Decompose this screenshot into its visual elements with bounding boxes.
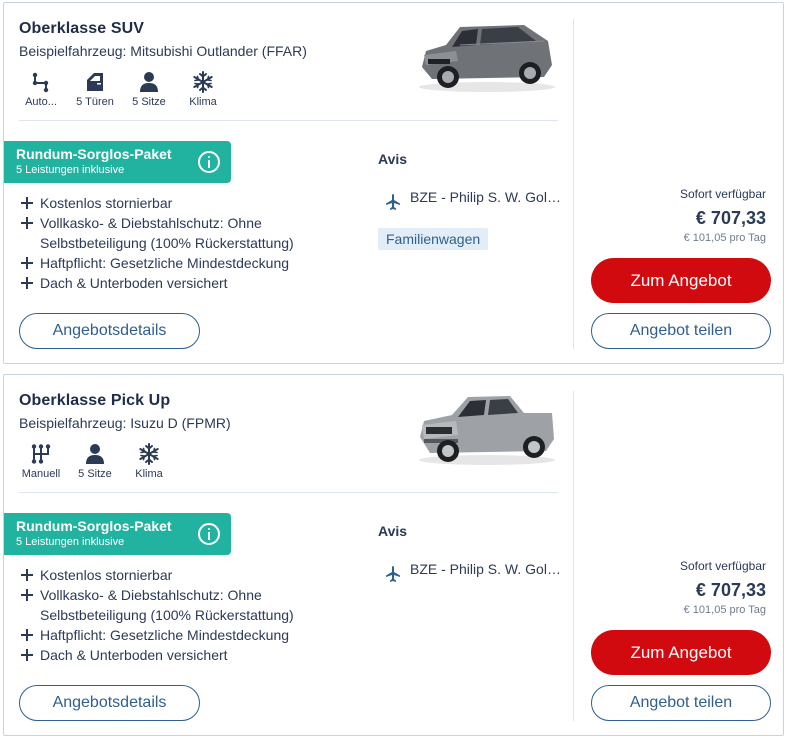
- benefit-item: Kostenlos stornierbar: [19, 193, 309, 213]
- section-divider: [19, 120, 558, 121]
- availability-text: Sofort verfügbar: [679, 559, 766, 573]
- benefit-item: Haftpflicht: Gesetzliche Mindestdeckung: [19, 625, 309, 645]
- feature-ac: Klima: [179, 71, 227, 108]
- airplane-icon: [386, 194, 400, 210]
- feature-seats: 5 Sitze: [125, 71, 173, 108]
- total-price: € 707,33: [695, 208, 766, 228]
- package-badge: Rundum-Sorglos-Paket 5 Leistungen inklus…: [4, 141, 231, 183]
- price-per-day: € 101,05 pro Tag: [683, 604, 766, 616]
- person-icon: [86, 444, 104, 464]
- car-door-icon: [87, 73, 103, 91]
- package-badge: Rundum-Sorglos-Paket 5 Leistungen inklus…: [4, 513, 231, 555]
- share-offer-button[interactable]: Angebot teilen: [591, 313, 771, 349]
- benefit-item: Kostenlos stornierbar: [19, 565, 309, 585]
- section-divider: [19, 492, 558, 493]
- vendor-name: Avis: [378, 151, 408, 167]
- share-offer-button[interactable]: Angebot teilen: [591, 685, 771, 721]
- offer-title: Oberklasse SUV: [19, 20, 145, 37]
- price-per-day: € 101,05 pro Tag: [683, 232, 766, 244]
- feature-label: Auto...: [25, 96, 57, 108]
- snowflake-icon: [193, 71, 213, 93]
- feature-label: 5 Sitze: [78, 468, 112, 480]
- offer-details-button[interactable]: Angebotsdetails: [19, 685, 200, 721]
- availability-text: Sofort verfügbar: [679, 187, 766, 201]
- offer-title: Oberklasse Pick Up: [19, 392, 171, 409]
- snowflake-icon: [139, 443, 159, 465]
- to-offer-button[interactable]: Zum Angebot: [591, 258, 771, 303]
- feature-doors: 5 Türen: [71, 71, 119, 108]
- package-title: Rundum-Sorglos-Paket: [16, 518, 172, 534]
- offer-card: Oberklasse SUV Beispielfahrzeug: Mitsubi…: [3, 2, 784, 364]
- location-text: BZE - Philip S. W. Gold...: [410, 561, 562, 577]
- feature-label: Manuell: [21, 468, 61, 480]
- benefit-item: Haftpflicht: Gesetzliche Mindestdeckung: [19, 253, 309, 273]
- benefit-item: Vollkasko- & Diebstahlschutz: Ohne Selbs…: [19, 585, 309, 625]
- offer-card: Oberklasse Pick Up Beispielfahrzeug: Isu…: [3, 374, 784, 736]
- benefit-list: Kostenlos stornierbar Vollkasko- & Diebs…: [19, 565, 309, 665]
- feature-ac: Klima: [125, 443, 173, 480]
- package-subtitle: 5 Leistungen inklusive: [16, 536, 125, 548]
- location-text: BZE - Philip S. W. Gold...: [410, 189, 562, 205]
- package-title: Rundum-Sorglos-Paket: [16, 146, 172, 162]
- info-icon[interactable]: [198, 523, 220, 545]
- feature-label: Klima: [135, 468, 163, 480]
- feature-label: 5 Sitze: [132, 96, 166, 108]
- category-tag: Familienwagen: [378, 228, 489, 250]
- feature-transmission: Manuell: [17, 443, 65, 480]
- person-icon: [140, 72, 158, 92]
- pickup-truck-image: [419, 396, 555, 465]
- pickup-location: BZE - Philip S. W. Gold...: [384, 555, 562, 583]
- pickup-location: BZE - Philip S. W. Gold...: [384, 183, 562, 211]
- price-column-divider: [573, 19, 574, 349]
- benefit-item: Vollkasko- & Diebstahlschutz: Ohne Selbs…: [19, 213, 309, 253]
- feature-label: Klima: [189, 96, 217, 108]
- automatic-gear-icon: [32, 72, 49, 93]
- feature-label: 5 Türen: [76, 96, 114, 108]
- benefit-item: Dach & Unterboden versichert: [19, 645, 309, 665]
- example-vehicle: Beispielfahrzeug: Mitsubishi Outlander (…: [19, 43, 307, 59]
- price-column-divider: [573, 391, 574, 721]
- offer-details-button[interactable]: Angebotsdetails: [19, 313, 200, 349]
- info-icon[interactable]: [198, 151, 220, 173]
- total-price: € 707,33: [695, 580, 766, 600]
- vendor-name: Avis: [378, 523, 408, 539]
- benefit-item: Dach & Unterboden versichert: [19, 273, 309, 293]
- to-offer-button[interactable]: Zum Angebot: [591, 630, 771, 675]
- feature-seats: 5 Sitze: [71, 443, 119, 480]
- feature-list: Auto... 5 Türen 5 Sitze Klima: [17, 71, 233, 108]
- feature-list: Manuell 5 Sitze Klima: [17, 443, 179, 480]
- feature-transmission: Auto...: [17, 71, 65, 108]
- example-vehicle: Beispielfahrzeug: Isuzu D (FPMR): [19, 415, 231, 431]
- manual-gear-icon: [31, 444, 51, 464]
- benefit-list: Kostenlos stornierbar Vollkasko- & Diebs…: [19, 193, 309, 293]
- suv-car-image: [419, 25, 555, 92]
- package-subtitle: 5 Leistungen inklusive: [16, 164, 125, 176]
- airplane-icon: [386, 566, 400, 582]
